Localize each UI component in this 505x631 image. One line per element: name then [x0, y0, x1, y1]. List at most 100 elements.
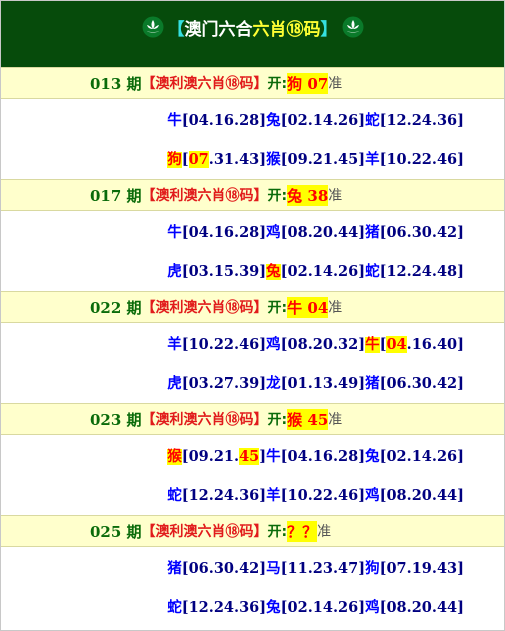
zodiac-number: 26 — [338, 112, 359, 129]
zodiac-number: 22 — [312, 487, 333, 504]
zodiac-number: 48 — [436, 263, 458, 280]
zodiac-numbers: [10.22.46] — [379, 151, 464, 168]
zodiac-animal: 猪 — [167, 561, 182, 577]
accuracy-label: 准 — [328, 188, 343, 204]
zodiac-number: 46 — [338, 487, 359, 504]
prediction-block: 羊[10.22.46]鸡[08.20.32]牛[04.16.40] 虎[03.2… — [1, 323, 504, 403]
page-frame: 【澳门六合六肖⑱码】 013 期【澳利澳六肖⑱码】 开: 狗 07 准 牛[04.16… — [0, 0, 505, 631]
zodiac-cell: 鸡[08.20.44] — [365, 599, 464, 616]
zodiac-numbers: [02.14.26] — [280, 112, 366, 129]
zodiac-number: 02 — [386, 448, 407, 465]
zodiac-numbers: [03.27.39] — [181, 375, 267, 392]
zodiac-number: 28 — [239, 112, 260, 129]
zodiac-number: 31 — [213, 151, 234, 168]
zodiac-numbers: [10.22.46] — [181, 336, 267, 353]
source-label: 【澳利澳六肖⑱码】 — [141, 300, 268, 316]
open-label: 开: — [267, 412, 288, 428]
period-header: 023 期【澳利澳六肖⑱码】 开: 猴 45 准 — [1, 403, 504, 435]
zodiac-number: 28 — [338, 448, 359, 465]
zodiac-number: 20 — [312, 224, 333, 241]
zodiac-animal: 牛 — [167, 225, 182, 241]
zodiac-number: 36 — [239, 599, 260, 616]
zodiac-cell: 蛇[12.24.36] — [167, 487, 266, 504]
zodiac-numbers: [08.20.44] — [379, 599, 464, 616]
zodiac-cell: 虎[03.27.39] — [167, 375, 266, 392]
zodiac-number: 02 — [287, 263, 308, 280]
zodiac-number: 02 — [287, 599, 308, 616]
accuracy-label: 准 — [328, 412, 343, 428]
zodiac-numbers: [01.13.49] — [280, 375, 366, 392]
zodiac-cell: 鸡[08.20.44] — [266, 224, 365, 241]
zodiac-numbers: [03.15.39] — [181, 263, 267, 280]
zodiac-number: 03 — [188, 375, 209, 392]
zodiac-cell: 牛[04.16.40] — [365, 336, 464, 353]
title-main: 澳门六合 — [184, 19, 253, 40]
lotus-icon — [342, 16, 363, 38]
zodiac-cell: 牛[04.16.28] — [167, 112, 266, 129]
title-highlight: 六肖⑱码 — [252, 19, 321, 40]
header-title-group: 【澳门六合六肖⑱码】 — [142, 15, 364, 40]
zodiac-animal: 蛇 — [365, 113, 380, 129]
zodiac-animal: 马 — [266, 561, 281, 577]
zodiac-number: 24 — [213, 599, 234, 616]
zodiac-cell: 羊[10.22.46] — [266, 487, 365, 504]
prediction-block: 牛[04.16.28]兔[02.14.26]蛇[12.24.36] 狗[07.3… — [1, 99, 504, 179]
open-label: 开: — [267, 76, 288, 92]
zodiac-number: 40 — [436, 336, 458, 353]
zodiac-number: 16 — [312, 448, 333, 465]
zodiac-number: 15 — [213, 263, 234, 280]
zodiac-number: 27 — [213, 375, 234, 392]
zodiac-number: 46 — [239, 336, 260, 353]
zodiac-numbers: [06.30.42] — [379, 224, 464, 241]
zodiac-animal: 鸡 — [266, 337, 281, 353]
zodiac-animal: 鸡 — [365, 488, 380, 504]
zodiac-number: 43 — [239, 151, 260, 168]
period-number: 013 期 — [90, 74, 142, 93]
draw-result: 牛 04 — [287, 296, 329, 318]
source-label: 【澳利澳六肖⑱码】 — [141, 524, 268, 540]
zodiac-numbers: [11.23.47] — [280, 560, 366, 577]
zodiac-number: 10 — [188, 336, 209, 353]
zodiac-cell: 虎[03.15.39] — [167, 263, 266, 280]
zodiac-numbers: [04.16.28] — [280, 448, 366, 465]
zodiac-cell: 狗[07.19.43] — [365, 560, 464, 577]
zodiac-number: 45 — [239, 448, 260, 465]
zodiac-numbers: [08.20.44] — [379, 487, 464, 504]
title-bracket-right: 】 — [320, 19, 338, 40]
zodiac-numbers: [10.22.46] — [280, 487, 366, 504]
zodiac-number: 20 — [312, 336, 333, 353]
zodiac-cell: 龙[01.13.49] — [266, 375, 365, 392]
zodiac-cell: 猴[09.21.45] — [167, 448, 266, 465]
zodiac-number: 36 — [436, 112, 458, 129]
zodiac-number: 04 — [188, 112, 209, 129]
zodiac-numbers: [07.19.43] — [379, 560, 464, 577]
zodiac-animal: 羊 — [167, 337, 182, 353]
zodiac-number: 30 — [411, 375, 432, 392]
prediction-row: 蛇[12.24.36]兔[02.14.26]鸡[08.20.44] — [167, 596, 464, 617]
zodiac-animal: 牛 — [266, 449, 281, 465]
zodiac-animal: 兔 — [365, 449, 380, 465]
prediction-block: 牛[04.16.28]鸡[08.20.44]猪[06.30.42] 虎[03.1… — [1, 211, 504, 291]
zodiac-animal: 蛇 — [365, 264, 380, 280]
zodiac-numbers: [09.21.45] — [181, 448, 267, 465]
source-label: 【澳利澳六肖⑱码】 — [141, 412, 268, 428]
zodiac-numbers: [09.21.45] — [280, 151, 366, 168]
zodiac-number: 10 — [386, 151, 407, 168]
zodiac-number: 08 — [287, 224, 308, 241]
zodiac-number: 06 — [386, 375, 407, 392]
zodiac-numbers: [12.24.36] — [379, 112, 464, 129]
zodiac-cell: 马[11.23.47] — [266, 560, 365, 577]
period-number: 023 期 — [90, 410, 142, 429]
zodiac-numbers: [02.14.26] — [379, 448, 464, 465]
zodiac-number: 09 — [188, 448, 209, 465]
accuracy-label: 准 — [328, 76, 343, 92]
zodiac-number: 08 — [287, 336, 308, 353]
draw-result: 猴 45 — [287, 408, 329, 430]
zodiac-number: 24 — [411, 263, 432, 280]
zodiac-animal: 狗 — [365, 561, 380, 577]
zodiac-numbers: [06.30.42] — [181, 560, 267, 577]
zodiac-animal: 猪 — [365, 225, 380, 241]
zodiac-animal: 鸡 — [266, 225, 281, 241]
zodiac-animal: 羊 — [365, 152, 380, 168]
zodiac-number: 24 — [411, 112, 432, 129]
